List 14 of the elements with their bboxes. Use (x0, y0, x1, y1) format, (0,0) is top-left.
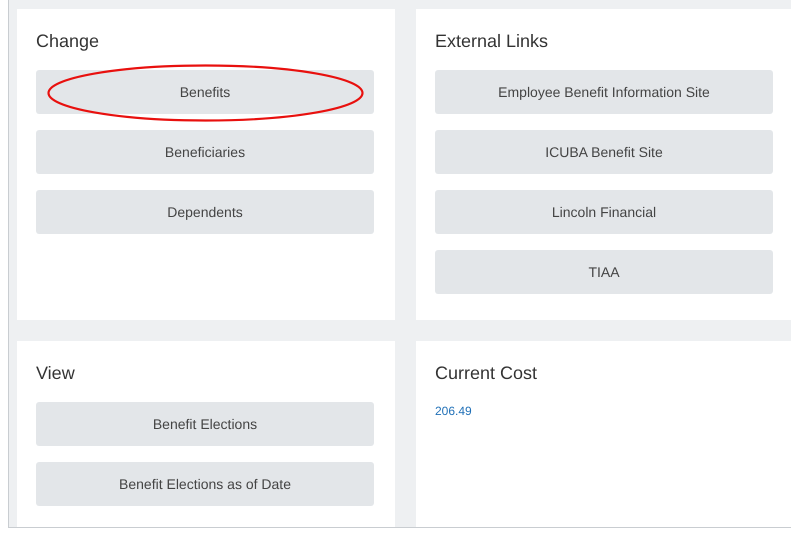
action-button[interactable]: TIAA (435, 250, 773, 294)
card-title: Change (36, 31, 100, 51)
card-title: External Links (435, 31, 550, 51)
action-button[interactable]: Dependents (36, 190, 374, 234)
action-button[interactable]: Benefits (36, 70, 374, 114)
action-button[interactable]: ICUBA Benefit Site (435, 130, 773, 174)
card-title: View (36, 363, 76, 383)
card-title: Current Cost (435, 363, 538, 383)
action-button[interactable]: Employee Benefit Information Site (435, 70, 773, 114)
cost-link[interactable]: 206.49 (435, 404, 472, 418)
action-button[interactable]: Lincoln Financial (435, 190, 773, 234)
action-button[interactable]: Beneficiaries (36, 130, 374, 174)
action-button[interactable]: Benefit Elections (36, 402, 374, 446)
action-button[interactable]: Benefit Elections as of Date (36, 462, 374, 506)
